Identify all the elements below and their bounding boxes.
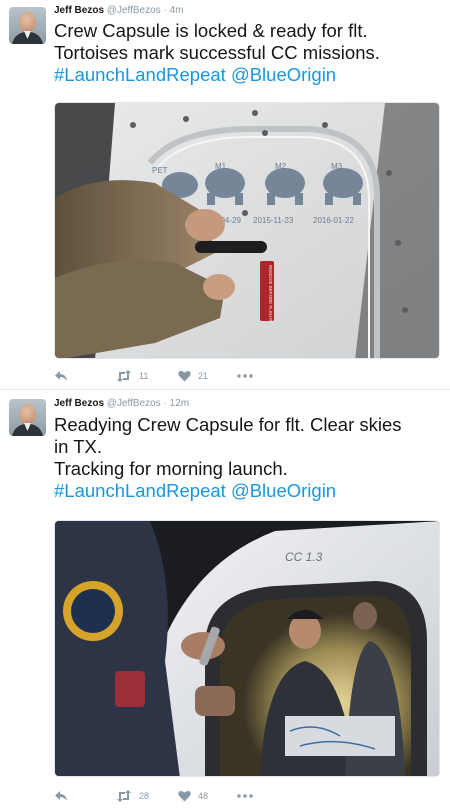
mission-label: M3 <box>331 162 343 171</box>
retweet-count: 11 <box>139 371 149 381</box>
tweet-text-line: Tracking for morning launch. <box>54 458 288 479</box>
tweet-actions: 28 48 <box>54 786 434 806</box>
timestamp[interactable]: 12m <box>170 398 189 409</box>
retweet-button[interactable]: 11 <box>116 366 148 386</box>
author-handle[interactable]: @JeffBezos <box>107 398 161 409</box>
foreground-suit <box>55 521 180 776</box>
heart-icon <box>178 370 191 382</box>
tweet[interactable]: Jeff Bezos @JeffBezos · 12m Readying Cre… <box>0 389 450 811</box>
avatar-face <box>19 12 36 32</box>
avatar[interactable] <box>9 7 46 44</box>
worker-hand <box>185 209 225 241</box>
tweet-text-line: Crew Capsule is locked & ready for flt. <box>54 20 368 41</box>
reply-icon <box>55 371 67 381</box>
retweet-icon <box>117 370 131 382</box>
reply-button[interactable] <box>54 786 68 806</box>
mission-date: 2015-11-23 <box>253 216 294 225</box>
tweet[interactable]: Jeff Bezos @JeffBezos · 4m Crew Capsule … <box>0 0 450 389</box>
worker-hand <box>203 274 235 300</box>
avatar[interactable] <box>9 399 46 436</box>
separator: · <box>163 5 167 16</box>
mission-label: M2 <box>275 162 287 171</box>
retweet-icon <box>117 790 131 802</box>
timestamp[interactable]: 4m <box>170 5 184 16</box>
author-handle[interactable]: @JeffBezos <box>107 5 161 16</box>
hashtag-link[interactable]: #LaunchLandRepeat <box>54 480 226 501</box>
tweet-text-line: in TX. <box>54 436 102 457</box>
crew-member-face <box>353 602 377 630</box>
tweet-links-line: #LaunchLandRepeat @BlueOrigin <box>54 480 440 502</box>
foreground-hand <box>195 686 235 716</box>
mention-link[interactable]: @BlueOrigin <box>231 480 336 501</box>
like-count: 48 <box>198 791 209 801</box>
flashlight <box>195 241 267 253</box>
author-name[interactable]: Jeff Bezos <box>54 5 104 16</box>
tweet-photo[interactable]: CC 1.3 <box>54 520 440 777</box>
more-button[interactable] <box>237 366 253 386</box>
tweet-text-line: Readying Crew Capsule for flt. Clear ski… <box>54 414 402 435</box>
avatar-face <box>19 404 36 424</box>
mission-patch <box>71 589 115 633</box>
tweet-links-line: #LaunchLandRepeat @BlueOrigin <box>54 64 440 86</box>
retweet-button[interactable]: 28 <box>116 786 149 806</box>
tweet-photo[interactable]: PET M1 M2 M3 2015-04-29 2015-11-23 2016-… <box>54 102 440 359</box>
tweet-text: Readying Crew Capsule for flt. Clear ski… <box>54 414 440 502</box>
like-button[interactable]: 48 <box>178 786 208 806</box>
more-button[interactable] <box>237 786 253 806</box>
mission-label: PET <box>152 166 168 175</box>
capsule-night-photo: CC 1.3 <box>55 521 439 776</box>
mission-date: 2016-01-22 <box>313 216 354 225</box>
author-name[interactable]: Jeff Bezos <box>54 398 104 409</box>
tweet-text-line: Tortoises mark successful CC missions. <box>54 42 380 63</box>
separator: · <box>163 398 167 409</box>
like-count: 21 <box>198 371 209 381</box>
tweet-header: Jeff Bezos @JeffBezos · 4m <box>54 5 184 16</box>
mission-label: M1 <box>215 162 227 171</box>
reply-button[interactable] <box>54 366 68 386</box>
capsule-hatch-photo: PET M1 M2 M3 2015-04-29 2015-11-23 2016-… <box>55 103 439 358</box>
tweet-text: Crew Capsule is locked & ready for flt. … <box>54 20 440 86</box>
tweet-header: Jeff Bezos @JeffBezos · 12m <box>54 398 189 409</box>
retweet-count: 28 <box>139 791 150 801</box>
hashtag-link[interactable]: #LaunchLandRepeat <box>54 64 226 85</box>
flight-tag-text: REMOVE BEFORE FLIGHT <box>268 265 273 322</box>
capsule-label: CC 1.3 <box>285 550 323 564</box>
more-icon <box>237 374 253 378</box>
mention-link[interactable]: @BlueOrigin <box>231 64 336 85</box>
reply-icon <box>55 791 67 801</box>
heart-icon <box>178 790 191 802</box>
more-icon <box>237 794 253 798</box>
like-button[interactable]: 21 <box>178 366 208 386</box>
tweet-actions: 11 21 <box>54 366 434 386</box>
suit-patch <box>115 671 145 707</box>
